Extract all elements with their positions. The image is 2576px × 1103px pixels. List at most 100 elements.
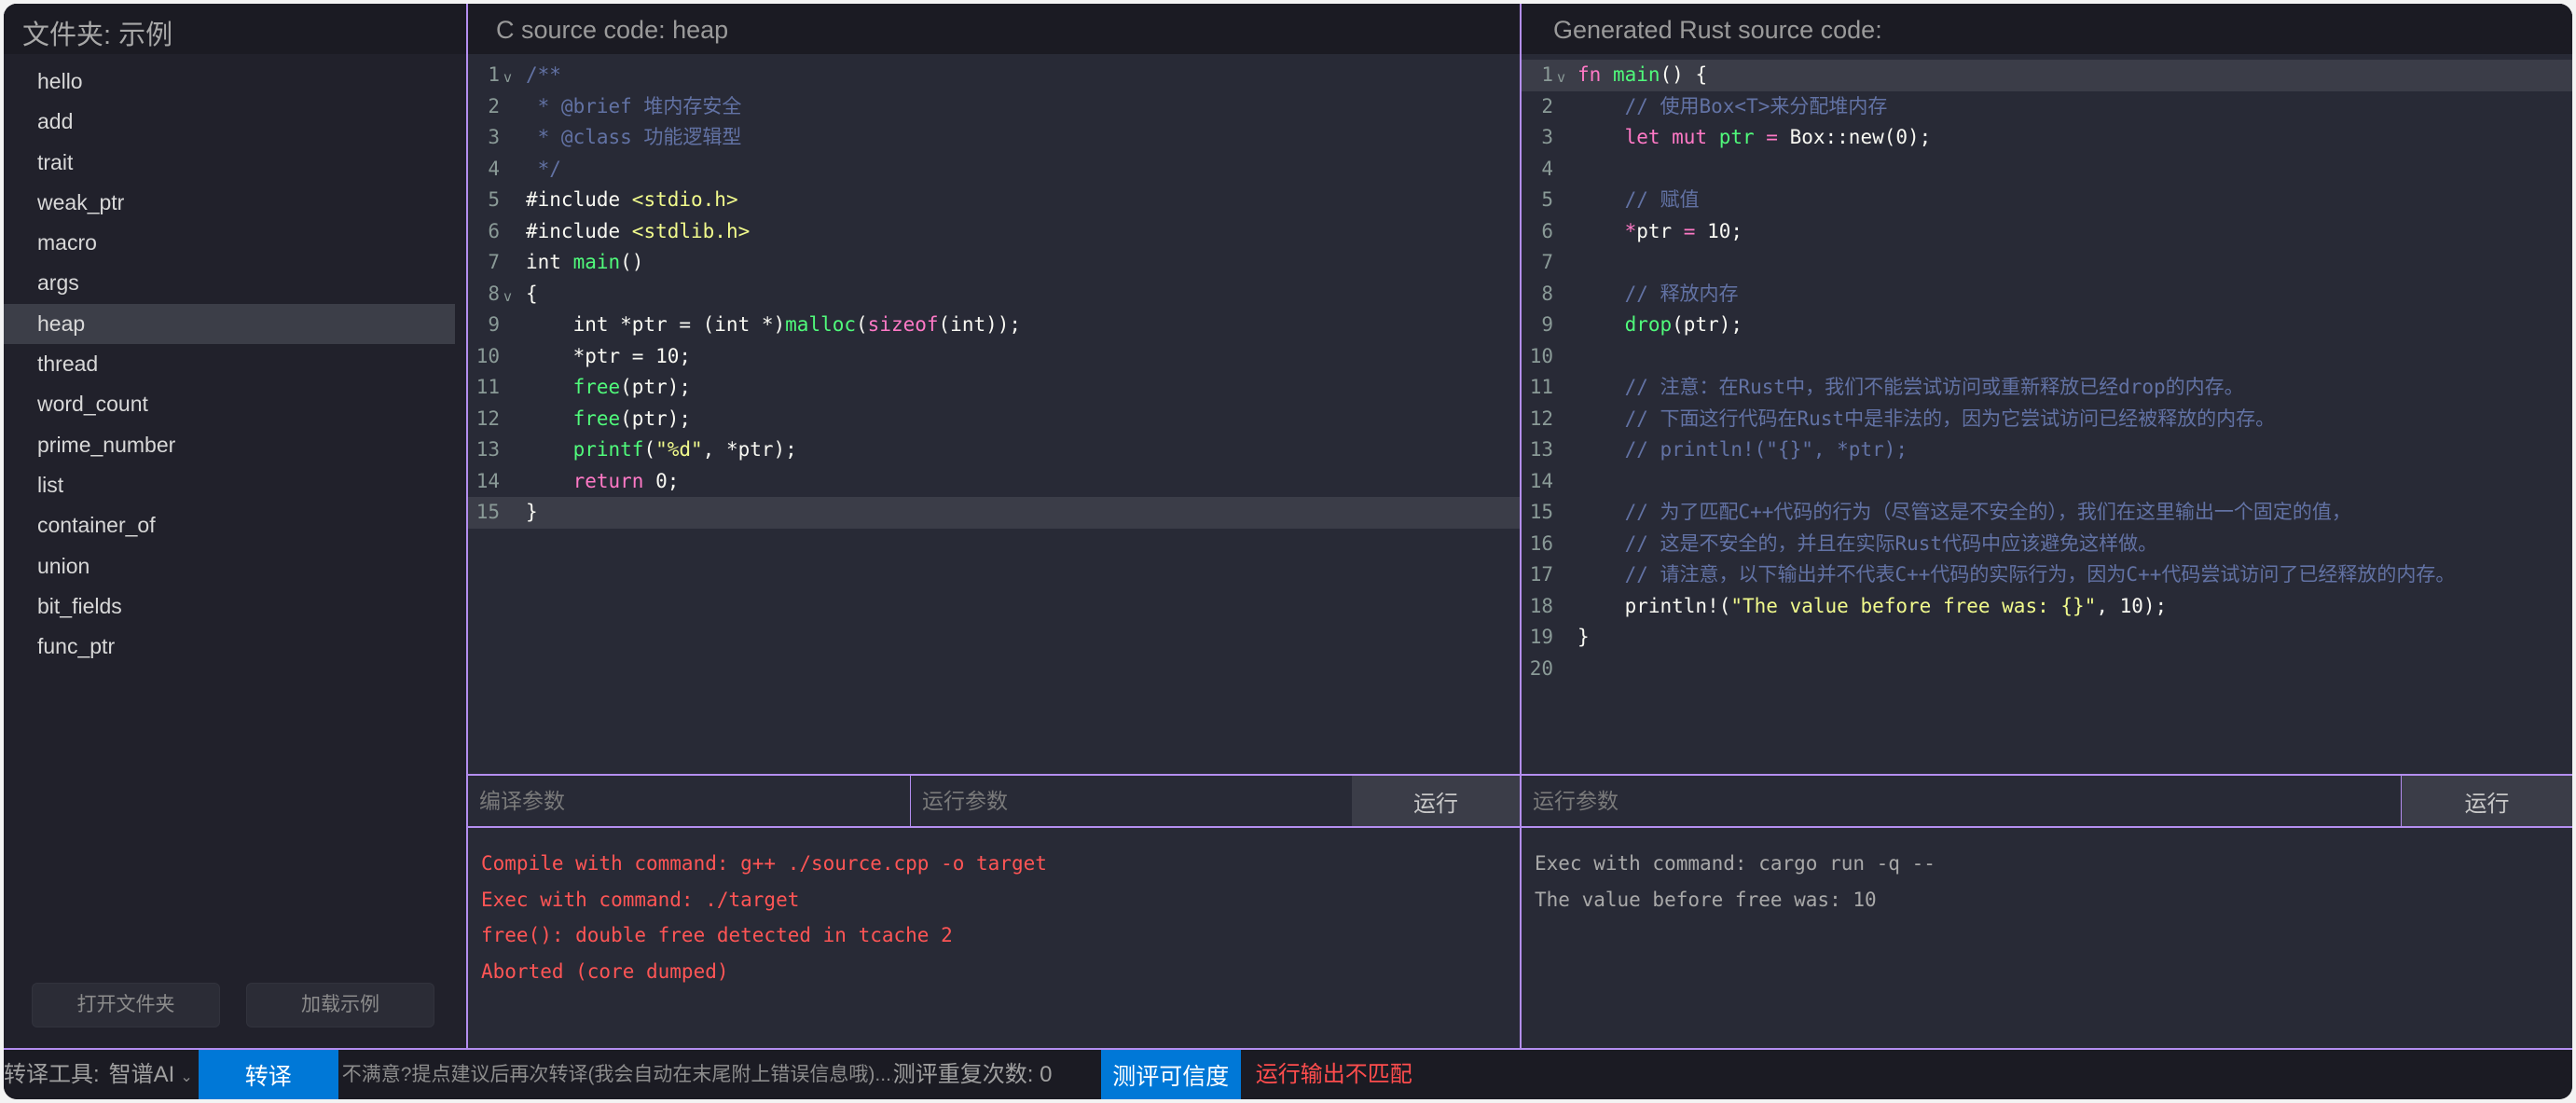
code-text: int *ptr = (int *)malloc(sizeof(int)); bbox=[526, 310, 1021, 341]
code-token: *ptr = 10; bbox=[526, 344, 692, 367]
file-item-weak-ptr[interactable]: weak_ptr bbox=[4, 183, 455, 223]
code-token: int *ptr = (int *) bbox=[526, 313, 786, 336]
fold-chevron-icon[interactable]: v bbox=[1557, 62, 1565, 94]
code-line: 20 bbox=[1522, 654, 2572, 685]
code-token: // 这是不安全的，并且在实际Rust代码中应该避免这样做。 bbox=[1577, 531, 2158, 555]
code-text: // 赋值 bbox=[1577, 185, 1700, 216]
code-text: int main() bbox=[526, 247, 643, 279]
file-item-func-ptr[interactable]: func_ptr bbox=[4, 627, 455, 667]
code-token: * @class 功能逻辑型 bbox=[526, 126, 742, 148]
fold-chevron-icon[interactable]: v bbox=[503, 62, 512, 94]
line-number: 7 bbox=[488, 251, 500, 273]
code-token: (int)); bbox=[938, 313, 1022, 336]
code-line: 15} bbox=[468, 497, 1520, 529]
app-window: 文件夹: 示例 hello add trait weak_ptr macro args he… bbox=[4, 4, 2572, 1099]
file-item-heap[interactable]: heap bbox=[4, 303, 455, 345]
code-line: 11 free(ptr); bbox=[468, 372, 1520, 404]
code-text: println!("The value before free was: {}"… bbox=[1577, 591, 2168, 623]
rust-run-params-input[interactable] bbox=[1522, 776, 2401, 826]
code-line: 4 bbox=[1522, 154, 2572, 186]
line-number: 2 bbox=[1541, 94, 1553, 117]
code-token: 10; bbox=[1695, 219, 1743, 242]
code-text: #include <stdlib.h> bbox=[526, 216, 750, 248]
output-line: Aborted (core dumped) bbox=[481, 959, 729, 983]
file-item-hello[interactable]: hello bbox=[4, 62, 455, 102]
line-number: 10 bbox=[1529, 344, 1553, 367]
line-number: 16 bbox=[1529, 531, 1553, 555]
file-item-union[interactable]: union bbox=[4, 546, 455, 586]
line-number: 11 bbox=[1529, 376, 1553, 398]
code-line: 8 v { bbox=[468, 279, 1520, 310]
code-line: 8 // 释放内存 bbox=[1522, 279, 2572, 310]
code-text: // 下面这行代码在Rust中是非法的，因为它尝试访问已经被释放的内存。 bbox=[1577, 404, 2276, 435]
translate-tool-select[interactable]: 智谱AI ⌄ bbox=[100, 1050, 197, 1099]
code-line: 12 free(ptr); bbox=[468, 404, 1520, 435]
line-number: 8 bbox=[1541, 282, 1553, 305]
fold-chevron-icon[interactable]: v bbox=[503, 282, 512, 313]
line-number: 15 bbox=[475, 501, 500, 523]
file-item-prime-number[interactable]: prime_number bbox=[4, 425, 455, 465]
file-item-bit-fields[interactable]: bit_fields bbox=[4, 586, 455, 627]
rust-code-editor[interactable]: 1 v fn main() {2 // 使用Box<T>来分配堆内存 3 let mu… bbox=[1522, 60, 2572, 684]
code-line: 18 println!("The value before free was: … bbox=[1522, 591, 2572, 623]
file-item-args[interactable]: args bbox=[4, 263, 455, 303]
translate-button[interactable]: 转译 bbox=[198, 1050, 338, 1099]
code-line: 12 // 下面这行代码在Rust中是非法的，因为它尝试访问已经被释放的内存。 bbox=[1522, 404, 2572, 435]
code-token: (ptr); bbox=[620, 407, 692, 430]
line-number: 12 bbox=[475, 407, 500, 430]
open-folder-button[interactable]: 打开文件夹 bbox=[32, 983, 220, 1027]
evaluate-button[interactable]: 测评可信度 bbox=[1100, 1050, 1241, 1099]
line-number: 7 bbox=[1541, 251, 1553, 273]
code-token: () bbox=[620, 251, 644, 273]
c-code-editor[interactable]: 1 v/** 2 * @brief 堆内存安全 3 * @class 功能逻辑型 4 *… bbox=[468, 60, 1520, 529]
line-number: 13 bbox=[475, 438, 500, 461]
code-token: = bbox=[1683, 219, 1696, 242]
bottom-toolbar: 转译工具: 智谱AI ⌄ 转译 测评重复次数: 0 测评可信度 运行输出不匹配 bbox=[4, 1048, 2572, 1099]
file-item-list[interactable]: list bbox=[4, 465, 455, 505]
code-line: 3 let mut ptr = Box::new(0); bbox=[1522, 122, 2572, 154]
line-number: 10 bbox=[475, 344, 500, 367]
line-number: 6 bbox=[488, 219, 500, 242]
code-text: return 0; bbox=[526, 466, 680, 498]
code-token: let mut bbox=[1577, 126, 1719, 148]
code-line: 16 // 这是不安全的，并且在实际Rust代码中应该避免这样做。 bbox=[1522, 529, 2572, 560]
line-number: 15 bbox=[1529, 501, 1553, 523]
status-message: 运行输出不匹配 bbox=[1255, 1062, 1412, 1087]
rust-source-panel: Generated Rust source code: 1 v fn main() … bbox=[1520, 4, 2572, 1048]
file-item-add[interactable]: add bbox=[4, 102, 455, 142]
code-token: { bbox=[526, 282, 538, 305]
code-token: malloc bbox=[785, 313, 857, 336]
file-item-trait[interactable]: trait bbox=[4, 143, 455, 183]
code-token: return bbox=[572, 469, 644, 492]
file-item-container-of[interactable]: container_of bbox=[4, 505, 455, 545]
file-item-thread[interactable]: thread bbox=[4, 344, 455, 384]
code-token: // 请注意，以下输出并不代表C++代码的实际行为，因为C++代码尝试访问了已经… bbox=[1577, 563, 2456, 586]
feedback-input[interactable] bbox=[337, 1050, 893, 1099]
load-example-button[interactable]: 加载示例 bbox=[246, 983, 434, 1027]
code-token: } bbox=[1577, 626, 1590, 648]
compile-params-input[interactable] bbox=[468, 776, 911, 826]
code-text: // 注意：在Rust中，我们不能尝试访问或重新释放已经drop的内存。 bbox=[1577, 372, 2244, 404]
output-line: The value before free was: 10 bbox=[1535, 888, 1877, 911]
code-token: , *ptr); bbox=[702, 438, 797, 461]
code-token: /** bbox=[526, 63, 561, 86]
c-run-button[interactable]: 运行 bbox=[1352, 776, 1520, 826]
code-token: sizeof bbox=[867, 313, 939, 336]
code-token: (ptr); bbox=[1672, 313, 1743, 336]
file-item-macro[interactable]: macro bbox=[4, 223, 455, 263]
output-line: Compile with command: g++ ./source.cpp -… bbox=[481, 852, 1047, 875]
code-line: 9 int *ptr = (int *)malloc(sizeof(int)); bbox=[468, 310, 1520, 341]
code-token: int bbox=[526, 251, 573, 273]
code-text: /** bbox=[526, 60, 561, 91]
code-token: ( bbox=[856, 313, 868, 336]
rust-run-button[interactable]: 运行 bbox=[2401, 776, 2572, 826]
code-token: // 赋值 bbox=[1577, 188, 1700, 211]
line-number: 11 bbox=[475, 376, 500, 398]
file-item-word-count[interactable]: word_count bbox=[4, 384, 455, 424]
code-token: // 使用Box<T>来分配堆内存 bbox=[1577, 94, 1888, 117]
c-run-params-input[interactable] bbox=[911, 776, 1352, 826]
code-line: 9 drop(ptr); bbox=[1522, 310, 2572, 341]
